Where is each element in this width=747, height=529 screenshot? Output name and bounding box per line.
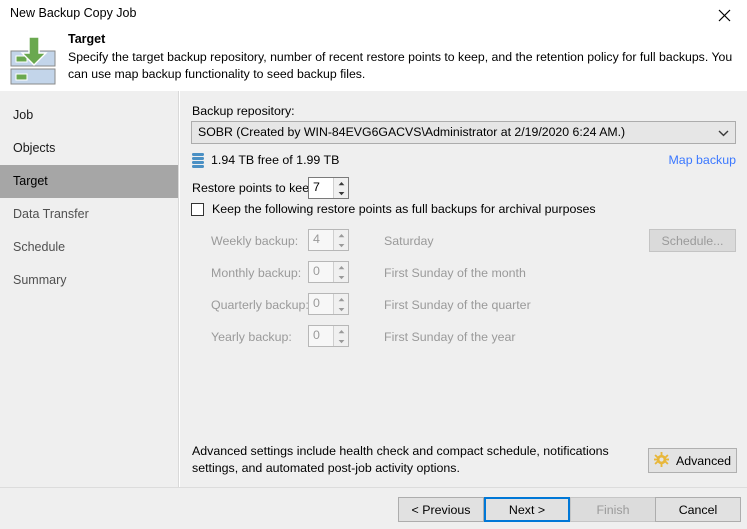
monthly-backup-label: Monthly backup: xyxy=(211,266,302,280)
restore-points-label: Restore points to keep: xyxy=(192,181,320,195)
stepper-arrows[interactable] xyxy=(333,326,348,346)
stepper-up-icon[interactable] xyxy=(334,230,348,240)
window-title: New Backup Copy Job xyxy=(10,6,137,20)
stepper-arrows[interactable] xyxy=(333,294,348,314)
weekly-backup-stepper[interactable]: 4 xyxy=(308,229,349,251)
keep-full-backups-label: Keep the following restore points as ful… xyxy=(212,202,596,216)
sidebar-item-data-transfer[interactable]: Data Transfer xyxy=(0,198,178,231)
schedule-button[interactable]: Schedule... xyxy=(649,229,736,252)
monthly-backup-stepper[interactable]: 0 xyxy=(308,261,349,283)
stepper-down-icon[interactable] xyxy=(334,240,348,250)
restore-points-stepper[interactable]: 7 xyxy=(308,177,349,199)
backup-repository-select[interactable]: SOBR (Created by WIN-84EVG6GACVS\Adminis… xyxy=(191,121,736,144)
advanced-settings-description: Advanced settings include health check a… xyxy=(192,444,609,475)
stepper-up-icon[interactable] xyxy=(334,178,348,188)
gear-icon xyxy=(653,451,669,470)
stepper-down-icon[interactable] xyxy=(334,188,348,198)
close-icon[interactable] xyxy=(701,0,747,30)
repository-disk-icon xyxy=(192,153,204,169)
weekly-backup-label: Weekly backup: xyxy=(211,234,299,248)
target-settings-panel: Backup repository: SOBR (Created by WIN-… xyxy=(180,91,747,487)
stepper-down-icon[interactable] xyxy=(334,336,348,346)
previous-button[interactable]: < Previous xyxy=(398,497,484,522)
backup-repository-label: Backup repository: xyxy=(192,104,295,118)
keep-full-backups-checkbox-row[interactable]: Keep the following restore points as ful… xyxy=(191,202,596,216)
advanced-button[interactable]: Advanced xyxy=(648,448,737,473)
sidebar-item-schedule[interactable]: Schedule xyxy=(0,231,178,264)
repository-free-space: 1.94 TB free of 1.99 TB xyxy=(211,153,340,167)
sidebar-item-objects[interactable]: Objects xyxy=(0,132,178,165)
monthly-backup-value: 0 xyxy=(313,264,320,278)
chevron-glyph xyxy=(718,129,729,136)
stepper-arrows[interactable] xyxy=(333,230,348,250)
quarterly-backup-label: Quarterly backup: xyxy=(211,298,309,312)
stepper-down-icon[interactable] xyxy=(334,304,348,314)
page-title: Target xyxy=(68,32,106,46)
keep-full-backups-checkbox[interactable] xyxy=(191,202,204,216)
yearly-backup-schedule-text: First Sunday of the year xyxy=(384,330,516,344)
yearly-backup-value: 0 xyxy=(313,328,320,342)
weekly-backup-schedule-text: Saturday xyxy=(384,234,434,248)
wizard-footer: < Previous Next > Finish Cancel xyxy=(0,487,747,529)
wizard-header: Target Specify the target backup reposit… xyxy=(0,30,747,91)
stepper-arrows[interactable] xyxy=(333,178,348,198)
next-button[interactable]: Next > xyxy=(484,497,570,522)
chevron-down-icon[interactable] xyxy=(712,122,735,143)
weekly-backup-value: 4 xyxy=(313,232,320,246)
sidebar-item-target[interactable]: Target xyxy=(0,165,178,198)
finish-button: Finish xyxy=(570,497,656,522)
quarterly-backup-schedule-text: First Sunday of the quarter xyxy=(384,298,531,312)
quarterly-backup-stepper[interactable]: 0 xyxy=(308,293,349,315)
wizard-steps-sidebar: Job Objects Target Data Transfer Schedul… xyxy=(0,91,179,487)
title-bar: New Backup Copy Job xyxy=(0,0,747,30)
stepper-up-icon[interactable] xyxy=(334,262,348,272)
stepper-up-icon[interactable] xyxy=(334,326,348,336)
advanced-button-label: Advanced xyxy=(675,453,732,468)
yearly-backup-label: Yearly backup: xyxy=(211,330,292,344)
map-backup-link[interactable]: Map backup xyxy=(668,153,736,167)
sidebar-item-summary[interactable]: Summary xyxy=(0,264,178,297)
backup-repository-selected-value: SOBR (Created by WIN-84EVG6GACVS\Adminis… xyxy=(198,125,626,139)
monthly-backup-schedule-text: First Sunday of the month xyxy=(384,266,526,280)
sidebar-item-job[interactable]: Job xyxy=(0,99,178,132)
quarterly-backup-value: 0 xyxy=(313,296,320,310)
cancel-button[interactable]: Cancel xyxy=(655,497,741,522)
stepper-down-icon[interactable] xyxy=(334,272,348,282)
page-description: Specify the target backup repository, nu… xyxy=(68,50,733,81)
restore-points-value: 7 xyxy=(313,180,320,194)
close-glyph xyxy=(718,9,730,21)
yearly-backup-stepper[interactable]: 0 xyxy=(308,325,349,347)
backup-repository-download-icon xyxy=(8,34,60,86)
stepper-up-icon[interactable] xyxy=(334,294,348,304)
stepper-arrows[interactable] xyxy=(333,262,348,282)
